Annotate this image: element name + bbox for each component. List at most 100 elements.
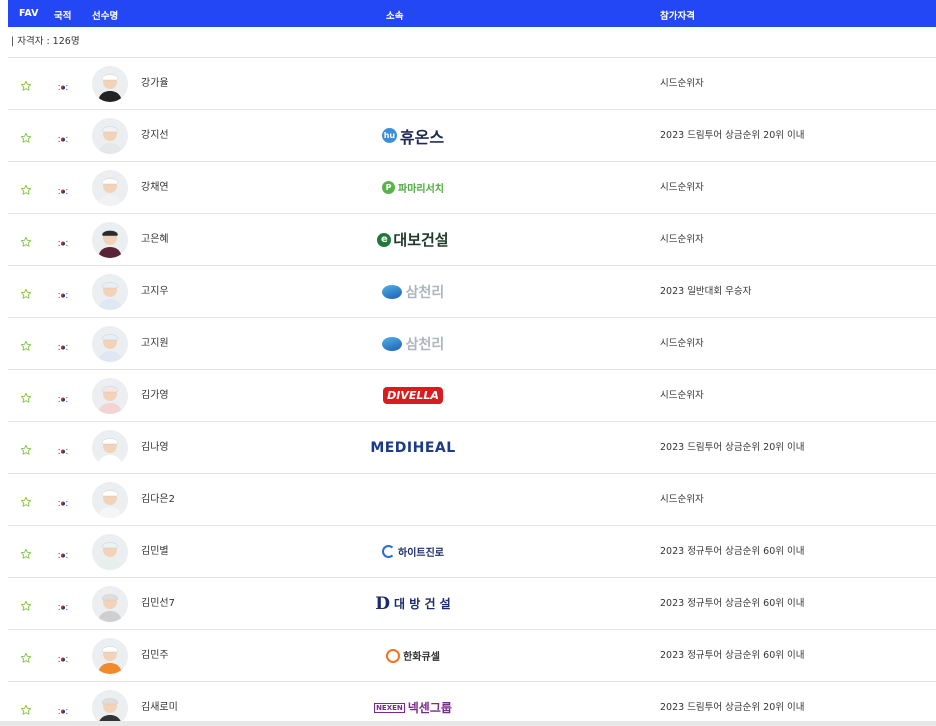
qualification-cell: 시드순위자 [660,234,704,245]
star-outline-icon[interactable] [20,441,32,455]
table-row[interactable]: 김민주 한화큐셀 2023 정규투어 상금순위 60위 이내 [8,630,936,682]
daebang-logo: D대 방 건 설 [375,593,451,614]
player-name[interactable]: 강채연 [141,162,169,213]
korea-flag-icon [57,649,69,664]
header-qualification: 참가자격 [660,11,695,22]
player-avatar[interactable] [92,170,128,206]
qualification-cell: 2023 정규투어 상금순위 60위 이내 [660,598,805,609]
player-avatar[interactable] [92,378,128,414]
korea-flag-icon [57,285,69,300]
affiliation-cell: D대 방 건 설 [348,578,478,629]
star-outline-icon[interactable] [20,649,32,663]
star-outline-icon[interactable] [20,129,32,143]
table-header: FAV 국적 선수명 소속 참가자격 [8,0,936,27]
hitejinro-logo: 하이트진로 [382,544,444,559]
qualification-cell: 2023 드림투어 상금순위 20위 이내 [660,702,805,713]
korea-flag-icon [57,545,69,560]
qualification-cell: 시드순위자 [660,494,704,505]
korea-flag-icon [57,441,69,456]
affiliation-cell: 하이트진로 [348,526,478,577]
affiliation-cell: 삼천리 [348,318,478,369]
horizontal-scrollbar[interactable] [0,721,936,726]
nexen-logo: NEXEN 넥센그룹 [374,701,452,715]
daebo-logo: e 대보건설 [377,229,449,250]
star-outline-icon[interactable] [20,233,32,247]
player-avatar[interactable] [92,222,128,258]
affiliation-cell: 한화큐셀 [348,630,478,681]
korea-flag-icon [57,181,69,196]
samchully-logo: 삼천리 [381,334,444,354]
star-outline-icon[interactable] [20,337,32,351]
player-table: FAV 국적 선수명 소속 참가자격 | 자격자 : 126명 강가율 시드순위자… [8,0,936,726]
table-row[interactable]: 김민별 하이트진로 2023 정규투어 상금순위 60위 이내 [8,526,936,578]
player-name[interactable]: 고지원 [141,318,169,369]
player-name[interactable]: 강지선 [141,110,169,161]
mediheal-logo: MEDIHEAL [370,439,456,456]
table-row[interactable]: 강가율 시드순위자 [8,58,936,110]
samchully-logo: 삼천리 [381,282,444,302]
qualification-cell: 2023 드림투어 상금순위 20위 이내 [660,442,805,453]
pharmaresearch-logo: P 파마리서치 [382,180,444,195]
qualification-cell: 2023 일반대회 우승자 [660,286,752,297]
qualification-cell: 2023 드림투어 상금순위 20위 이내 [660,130,805,141]
header-fav: FAV [19,8,39,19]
player-name[interactable]: 김민별 [141,526,169,577]
table-row[interactable]: 고은혜 e 대보건설 시드순위자 [8,214,936,266]
korea-flag-icon [57,389,69,404]
korea-flag-icon [57,233,69,248]
affiliation-cell: e 대보건설 [348,214,478,265]
player-avatar[interactable] [92,66,128,102]
table-row[interactable]: 강지선 hu 휴온스 2023 드림투어 상금순위 20위 이내 [8,110,936,162]
player-avatar[interactable] [92,326,128,362]
player-avatar[interactable] [92,274,128,310]
qualification-cell: 2023 정규투어 상금순위 60위 이내 [660,650,805,661]
star-outline-icon[interactable] [20,545,32,559]
table-row[interactable]: 김새로미 NEXEN 넥센그룹 2023 드림투어 상금순위 20위 이내 [8,682,936,726]
player-avatar[interactable] [92,118,128,154]
player-name[interactable]: 김민선7 [141,578,175,629]
player-name[interactable]: 강가율 [141,58,169,109]
player-name[interactable]: 고은혜 [141,214,169,265]
table-row[interactable]: 고지원 삼천리 시드순위자 [8,318,936,370]
table-row[interactable]: 강채연 P 파마리서치 시드순위자 [8,162,936,214]
table-row[interactable]: 김다은2 시드순위자 [8,474,936,526]
table-body: 강가율 시드순위자 강지선 hu 휴온스 2023 드림투어 상금순위 20위 이내 강채연… [8,58,936,726]
player-name[interactable]: 고지우 [141,266,169,317]
qualification-cell: 시드순위자 [660,390,704,401]
divella-logo: DIVELLA [383,387,443,404]
player-name[interactable]: 김나영 [141,422,169,473]
table-row[interactable]: 김민선7 D 대 방 건 설 2023 정규투어 상금순위 60위 이내 [8,578,936,630]
korea-flag-icon [57,493,69,508]
player-avatar[interactable] [92,638,128,674]
qualification-cell: 시드순위자 [660,338,704,349]
star-outline-icon[interactable] [20,493,32,507]
star-outline-icon[interactable] [20,389,32,403]
star-outline-icon[interactable] [20,181,32,195]
korea-flag-icon [57,337,69,352]
player-avatar[interactable] [92,534,128,570]
player-name[interactable]: 김민주 [141,630,169,681]
affiliation-cell: MEDIHEAL [348,422,478,473]
table-row[interactable]: 김나영 MEDIHEAL 2023 드림투어 상금순위 20위 이내 [8,422,936,474]
player-avatar[interactable] [92,430,128,466]
table-row[interactable]: 고지우 삼천리 2023 일반대회 우승자 [8,266,936,318]
star-outline-icon[interactable] [20,701,32,715]
player-avatar[interactable] [92,482,128,518]
star-outline-icon[interactable] [20,285,32,299]
header-affiliation: 소속 [386,11,404,22]
affiliation-cell: hu 휴온스 [348,110,478,161]
affiliation-cell [348,474,478,525]
star-outline-icon[interactable] [20,77,32,91]
player-name[interactable]: 김새로미 [141,682,178,726]
player-name[interactable]: 김다은2 [141,474,175,525]
korea-flag-icon [57,597,69,612]
player-name[interactable]: 김가영 [141,370,169,421]
affiliation-cell: NEXEN 넥센그룹 [348,682,478,726]
hanwha-qcells-logo: 한화큐셀 [386,648,440,663]
star-outline-icon[interactable] [20,597,32,611]
player-avatar[interactable] [92,586,128,622]
qualified-count: | 자격자 : 126명 [8,27,936,58]
qualification-cell: 시드순위자 [660,182,704,193]
table-row[interactable]: 김가영 DIVELLA 시드순위자 [8,370,936,422]
header-nation: 국적 [54,11,72,22]
